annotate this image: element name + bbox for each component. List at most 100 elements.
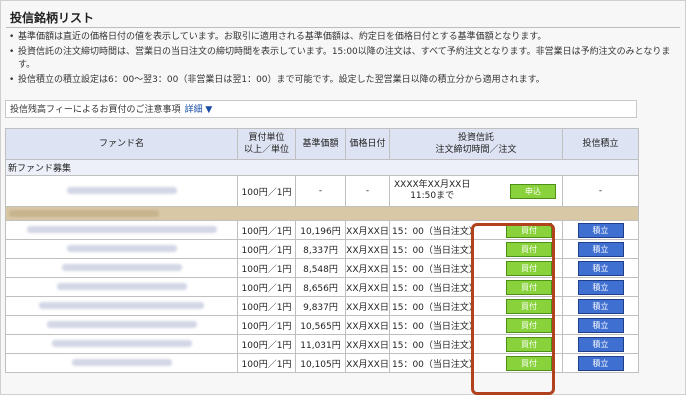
table-row: 100円／1円 8,337円 XX月XX日 15：00（当日注文） 買付 積立: [5, 239, 639, 259]
note-item: 投信積立の積立設定は6：00〜翌3：00（非営業日は翌1：00）まで可能です。設…: [9, 74, 681, 87]
cell-nav: 10,105円: [295, 353, 346, 373]
category-row: [5, 206, 639, 221]
table-header-row: ファンド名 買付単位 以上／単位 基準価額 価格日付 投資信託 注文締切時間／注文 …: [5, 128, 639, 160]
cell-date: XX月XX日: [345, 258, 390, 278]
buy-button[interactable]: 買付: [506, 355, 552, 371]
cutoff-text: 15：00（当日注文）: [392, 321, 478, 332]
fund-name-redacted[interactable]: [5, 296, 238, 316]
fund-name-redacted[interactable]: [5, 258, 238, 278]
tsumitate-button[interactable]: 積立: [577, 279, 624, 295]
cutoff-text: 15：00（当日注文）: [392, 283, 478, 294]
notice-text: 投信残高フィーによるお買付のご注意事項: [10, 105, 181, 115]
buy-button[interactable]: 買付: [506, 241, 552, 257]
cell-cutoff: 15：00（当日注文） 買付: [389, 277, 563, 297]
cutoff-text: 15：00（当日注文）: [392, 302, 478, 313]
notice-details-link[interactable]: 詳細 ▼: [185, 105, 213, 115]
page-title: 投信銘柄リスト: [10, 11, 95, 25]
fund-name-redacted[interactable]: [5, 277, 238, 297]
fund-list-panel: 投信銘柄リスト 基準価額は直近の価格日付の値を表示しています。お取引に適用される…: [0, 0, 686, 395]
cutoff-text: 15：00（当日注文）: [392, 264, 478, 275]
fund-name-redacted[interactable]: [5, 175, 238, 207]
cutoff-text: 15：00（当日注文）: [392, 359, 478, 370]
cell-nav: 11,031円: [295, 334, 346, 354]
cell-date: XX月XX日: [345, 353, 390, 373]
cell-cutoff: 15：00（当日注文） 買付: [389, 239, 563, 259]
tsumitate-button[interactable]: 積立: [577, 298, 624, 314]
cell-nav: 10,196円: [295, 220, 346, 240]
cell-date: XX月XX日: [345, 239, 390, 259]
cutoff-text: XXXX年XX月XX日 11:50まで: [394, 180, 471, 201]
table-row-new-fund: 100円／1円 - - XXXX年XX月XX日 11:50まで 申込 -: [5, 175, 639, 207]
buy-button[interactable]: 買付: [506, 317, 552, 333]
header-tsumitate: 投信積立: [562, 128, 639, 160]
cell-cutoff: XXXX年XX月XX日 11:50まで 申込: [389, 175, 563, 207]
cell-cutoff: 15：00（当日注文） 買付: [389, 315, 563, 335]
cell-tsumitate: 積立: [562, 296, 639, 316]
buy-button[interactable]: 買付: [506, 222, 552, 238]
cell-date: XX月XX日: [345, 315, 390, 335]
table-row: 100円／1円 9,837円 XX月XX日 15：00（当日注文） 買付 積立: [5, 296, 639, 316]
cell-cutoff: 15：00（当日注文） 買付: [389, 296, 563, 316]
buy-button[interactable]: 買付: [506, 298, 552, 314]
cell-tsumitate: 積立: [562, 353, 639, 373]
cell-unit: 100円／1円: [237, 258, 296, 278]
tsumitate-button[interactable]: 積立: [577, 317, 624, 333]
buy-button[interactable]: 買付: [506, 279, 552, 295]
cell-unit: 100円／1円: [237, 239, 296, 259]
cell-tsumitate: 積立: [562, 334, 639, 354]
note-item: 基準価額は直近の価格日付の値を表示しています。お取引に適用される基準価額は、約定…: [9, 31, 681, 44]
buy-button[interactable]: 買付: [506, 336, 552, 352]
cell-nav: 8,548円: [295, 258, 346, 278]
cell-nav: 8,656円: [295, 277, 346, 297]
cell-cutoff: 15：00（当日注文） 買付: [389, 334, 563, 354]
cell-tsumitate: 積立: [562, 277, 639, 297]
cell-unit: 100円／1円: [237, 334, 296, 354]
tsumitate-button[interactable]: 積立: [577, 222, 624, 238]
apply-button[interactable]: 申込: [510, 183, 556, 199]
table-row: 100円／1円 8,548円 XX月XX日 15：00（当日注文） 買付 積立: [5, 258, 639, 278]
cell-unit: 100円／1円: [237, 353, 296, 373]
tsumitate-button[interactable]: 積立: [577, 355, 624, 371]
category-label-redacted: [5, 206, 639, 221]
tsumitate-button[interactable]: 積立: [577, 241, 624, 257]
title-divider: [6, 27, 680, 28]
tsumitate-button[interactable]: 積立: [577, 336, 624, 352]
cutoff-text: 15：00（当日注文）: [392, 340, 478, 351]
cell-nav: 10,565円: [295, 315, 346, 335]
notes-list: 基準価額は直近の価格日付の値を表示しています。お取引に適用される基準価額は、約定…: [9, 31, 681, 87]
fund-name-redacted[interactable]: [5, 239, 238, 259]
fund-table: ファンド名 買付単位 以上／単位 基準価額 価格日付 投資信託 注文締切時間／注文 …: [5, 128, 639, 373]
section-label: 新ファンド募集: [5, 159, 639, 176]
note-item: 投資信託の注文締切時間は、営業日の当日注文の締切時間を表示しています。15:00…: [9, 46, 681, 72]
cell-date: XX月XX日: [345, 296, 390, 316]
fund-name-redacted[interactable]: [5, 315, 238, 335]
cell-cutoff: 15：00（当日注文） 買付: [389, 220, 563, 240]
cell-nav: -: [295, 175, 346, 207]
cell-nav: 9,837円: [295, 296, 346, 316]
cell-date: XX月XX日: [345, 334, 390, 354]
fund-name-redacted[interactable]: [5, 353, 238, 373]
cell-tsumitate: 積立: [562, 220, 639, 240]
cell-tsumitate: 積立: [562, 239, 639, 259]
cell-unit: 100円／1円: [237, 315, 296, 335]
cell-cutoff: 15：00（当日注文） 買付: [389, 258, 563, 278]
cutoff-text: 15：00（当日注文）: [392, 245, 478, 256]
header-date: 価格日付: [345, 128, 390, 160]
cell-date: XX月XX日: [345, 220, 390, 240]
table-row: 100円／1円 10,196円 XX月XX日 15：00（当日注文） 買付 積立: [5, 220, 639, 240]
cell-tsumitate: -: [562, 175, 639, 207]
cell-date: XX月XX日: [345, 277, 390, 297]
tsumitate-button[interactable]: 積立: [577, 260, 624, 276]
buy-button[interactable]: 買付: [506, 260, 552, 276]
fund-name-redacted[interactable]: [5, 334, 238, 354]
cell-unit: 100円／1円: [237, 220, 296, 240]
cell-date: -: [345, 175, 390, 207]
fund-name-redacted[interactable]: [5, 220, 238, 240]
header-unit: 買付単位 以上／単位: [237, 128, 296, 160]
cell-unit: 100円／1円: [237, 296, 296, 316]
table-row: 100円／1円 10,565円 XX月XX日 15：00（当日注文） 買付 積立: [5, 315, 639, 335]
header-nav: 基準価額: [295, 128, 346, 160]
cutoff-text: 15：00（当日注文）: [392, 226, 478, 237]
cell-nav: 8,337円: [295, 239, 346, 259]
table-row: 100円／1円 8,656円 XX月XX日 15：00（当日注文） 買付 積立: [5, 277, 639, 297]
